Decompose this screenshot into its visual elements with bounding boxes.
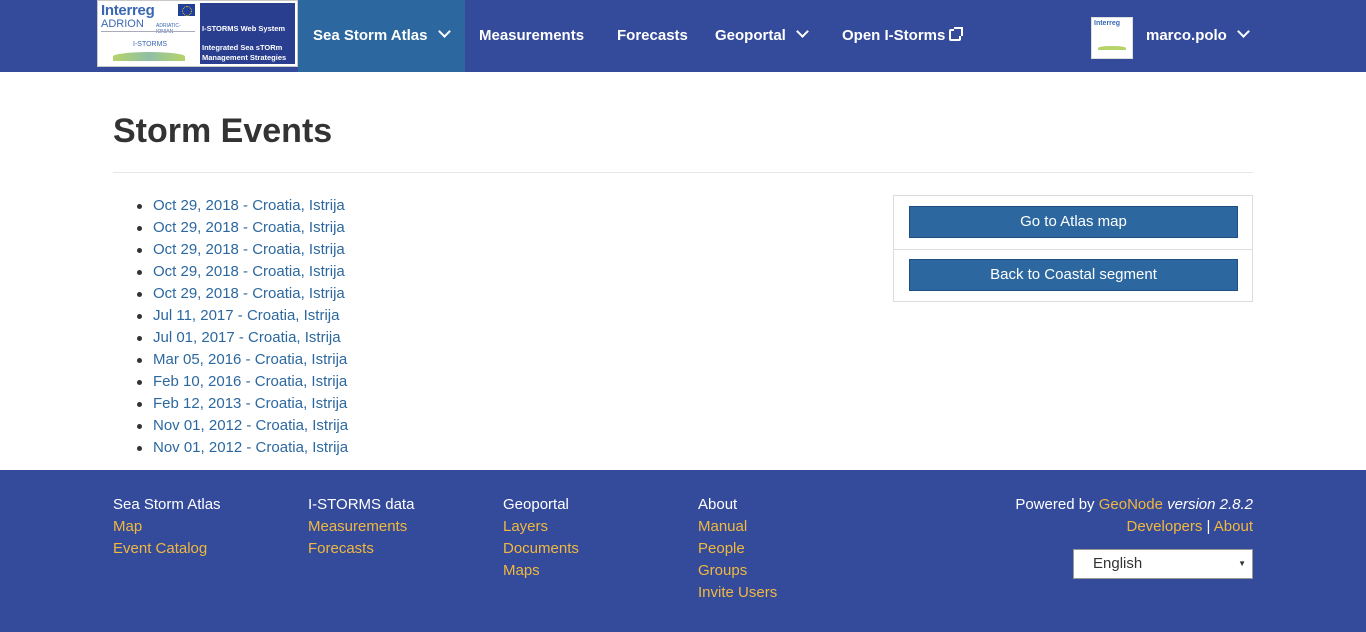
list-item: Oct 29, 2018 - Croatia, Istrija bbox=[136, 261, 348, 283]
event-link[interactable]: Jul 11, 2017 - Croatia, Istrija bbox=[153, 307, 339, 324]
footer: Sea Storm Atlas Map Event Catalog I-STOR… bbox=[0, 470, 1366, 632]
footer-heading: About bbox=[698, 496, 738, 513]
event-link[interactable]: Oct 29, 2018 - Croatia, Istrija bbox=[153, 219, 345, 236]
logo-system-text: I-STORMS Web System bbox=[202, 24, 286, 33]
site-logo[interactable]: Interreg ADRION ADRIATIC-IONIAN I-STORMS… bbox=[97, 0, 298, 67]
footer-heading: Sea Storm Atlas bbox=[113, 496, 221, 513]
language-select[interactable]: English ▼ bbox=[1073, 549, 1253, 579]
developers-link[interactable]: Developers bbox=[1127, 518, 1203, 535]
event-link[interactable]: Jul 01, 2017 - Croatia, Istrija bbox=[153, 329, 341, 346]
chevron-down-icon bbox=[1236, 25, 1250, 38]
page-title: Storm Events bbox=[113, 112, 333, 150]
powered-by-prefix: Powered by bbox=[1015, 496, 1095, 513]
event-link[interactable]: Oct 29, 2018 - Croatia, Istrija bbox=[153, 197, 345, 214]
list-item: Jul 11, 2017 - Croatia, Istrija bbox=[136, 305, 348, 327]
footer-link-maps[interactable]: Maps bbox=[503, 560, 579, 582]
nav-geoportal-label: Geoportal bbox=[715, 27, 786, 44]
nav-sea-storm-atlas[interactable]: Sea Storm Atlas bbox=[298, 0, 465, 72]
footer-column-about: About Manual People Groups Invite Users bbox=[698, 494, 777, 604]
nav-open-istorms[interactable]: Open I-Storms bbox=[842, 0, 964, 72]
footer-link-documents[interactable]: Documents bbox=[503, 538, 579, 560]
top-navbar: Interreg ADRION ADRIATIC-IONIAN I-STORMS… bbox=[0, 0, 1366, 72]
storm-events-list: Oct 29, 2018 - Croatia, Istrija Oct 29, … bbox=[136, 195, 348, 459]
footer-link-manual[interactable]: Manual bbox=[698, 516, 777, 538]
list-item: Oct 29, 2018 - Croatia, Istrija bbox=[136, 239, 348, 261]
chevron-down-icon bbox=[437, 25, 451, 38]
list-item: Oct 29, 2018 - Croatia, Istrija bbox=[136, 217, 348, 239]
logo-project-text: I-STORMS bbox=[133, 41, 168, 48]
footer-column-atlas: Sea Storm Atlas Map Event Catalog bbox=[113, 494, 221, 560]
version-text: version 2.8.2 bbox=[1167, 496, 1253, 513]
list-item: Feb 10, 2016 - Croatia, Istrija bbox=[136, 371, 348, 393]
about-link[interactable]: About bbox=[1214, 518, 1253, 535]
footer-link-event-catalog[interactable]: Event Catalog bbox=[113, 538, 221, 560]
footer-link-measurements[interactable]: Measurements bbox=[308, 516, 414, 538]
geonode-link[interactable]: GeoNode bbox=[1099, 496, 1163, 513]
footer-link-people[interactable]: People bbox=[698, 538, 777, 560]
list-item: Jul 01, 2017 - Croatia, Istrija bbox=[136, 327, 348, 349]
event-link[interactable]: Oct 29, 2018 - Croatia, Istrija bbox=[153, 263, 345, 280]
language-select-value: English bbox=[1093, 555, 1143, 572]
developer-links: Developers | About bbox=[1015, 516, 1254, 538]
list-item: Feb 12, 2013 - Croatia, Istrija bbox=[136, 393, 348, 415]
footer-column-geoportal: Geoportal Layers Documents Maps bbox=[503, 494, 579, 582]
event-link[interactable]: Feb 12, 2013 - Croatia, Istrija bbox=[153, 395, 347, 412]
avatar-brand-text: Interreg bbox=[1094, 20, 1121, 27]
footer-link-invite-users[interactable]: Invite Users bbox=[698, 582, 777, 604]
event-link[interactable]: Oct 29, 2018 - Croatia, Istrija bbox=[153, 285, 345, 302]
logo-tagline-line2: Management Strategies bbox=[202, 53, 287, 62]
go-to-atlas-map-button[interactable]: Go to Atlas map bbox=[909, 206, 1238, 238]
logo-interreg-text: Interreg bbox=[101, 2, 155, 19]
list-item: Mar 05, 2016 - Croatia, Istrija bbox=[136, 349, 348, 371]
footer-link-groups[interactable]: Groups bbox=[698, 560, 777, 582]
istorms-logo: I-STORMS Web System Integrated Sea sTORm… bbox=[199, 2, 296, 65]
event-link[interactable]: Oct 29, 2018 - Croatia, Istrija bbox=[153, 241, 345, 258]
title-divider bbox=[113, 172, 1253, 173]
footer-heading: Geoportal bbox=[503, 496, 569, 513]
event-link[interactable]: Nov 01, 2012 - Croatia, Istrija bbox=[153, 439, 348, 456]
footer-link-forecasts[interactable]: Forecasts bbox=[308, 538, 414, 560]
logo-adrion-text: ADRION bbox=[101, 18, 144, 30]
logo-divider bbox=[101, 31, 195, 34]
list-item: Nov 01, 2012 - Croatia, Istrija bbox=[136, 437, 348, 459]
eu-flag-icon bbox=[178, 4, 195, 16]
panel-divider bbox=[894, 249, 1252, 250]
powered-by-line: Powered by GeoNode version 2.8.2 bbox=[1015, 494, 1253, 516]
footer-link-map[interactable]: Map bbox=[113, 516, 221, 538]
list-item: Oct 29, 2018 - Croatia, Istrija bbox=[136, 283, 348, 305]
event-link[interactable]: Mar 05, 2016 - Croatia, Istrija bbox=[153, 351, 347, 368]
avatar-wave-icon bbox=[1098, 46, 1126, 50]
user-menu[interactable]: marco.polo bbox=[1146, 0, 1250, 72]
event-link[interactable]: Nov 01, 2012 - Croatia, Istrija bbox=[153, 417, 348, 434]
back-to-coastal-segment-button[interactable]: Back to Coastal segment bbox=[909, 259, 1238, 291]
logo-tagline-line1: Integrated Sea sTORm bbox=[202, 43, 283, 52]
nav-measurements[interactable]: Measurements bbox=[479, 0, 584, 72]
actions-panel: Go to Atlas map Back to Coastal segment bbox=[893, 195, 1253, 302]
avatar[interactable]: Interreg bbox=[1091, 17, 1133, 59]
powered-by: Powered by GeoNode version 2.8.2 Develop… bbox=[1015, 494, 1253, 538]
footer-heading: I-STORMS data bbox=[308, 496, 415, 513]
nav-geoportal[interactable]: Geoportal bbox=[715, 0, 809, 72]
nav-forecasts-label: Forecasts bbox=[617, 27, 688, 44]
external-link-icon bbox=[949, 27, 964, 41]
footer-link-layers[interactable]: Layers bbox=[503, 516, 579, 538]
logo-tagline: Integrated Sea sTORm Management Strategie… bbox=[202, 43, 286, 63]
interreg-logo: Interreg ADRION ADRIATIC-IONIAN I-STORMS bbox=[99, 2, 197, 65]
footer-column-data: I-STORMS data Measurements Forecasts bbox=[308, 494, 414, 560]
nav-sea-storm-atlas-label: Sea Storm Atlas bbox=[313, 27, 428, 44]
list-item: Oct 29, 2018 - Croatia, Istrija bbox=[136, 195, 348, 217]
nav-forecasts[interactable]: Forecasts bbox=[617, 0, 688, 72]
nav-measurements-label: Measurements bbox=[479, 27, 585, 44]
logo-wave-icon bbox=[113, 52, 185, 61]
link-separator: | bbox=[1206, 518, 1211, 535]
dropdown-arrow-icon: ▼ bbox=[1238, 559, 1246, 568]
user-name: marco.polo bbox=[1146, 27, 1227, 44]
nav-open-istorms-label: Open I-Storms bbox=[842, 27, 946, 44]
list-item: Nov 01, 2012 - Croatia, Istrija bbox=[136, 415, 348, 437]
event-link[interactable]: Feb 10, 2016 - Croatia, Istrija bbox=[153, 373, 347, 390]
chevron-down-icon bbox=[795, 25, 809, 38]
